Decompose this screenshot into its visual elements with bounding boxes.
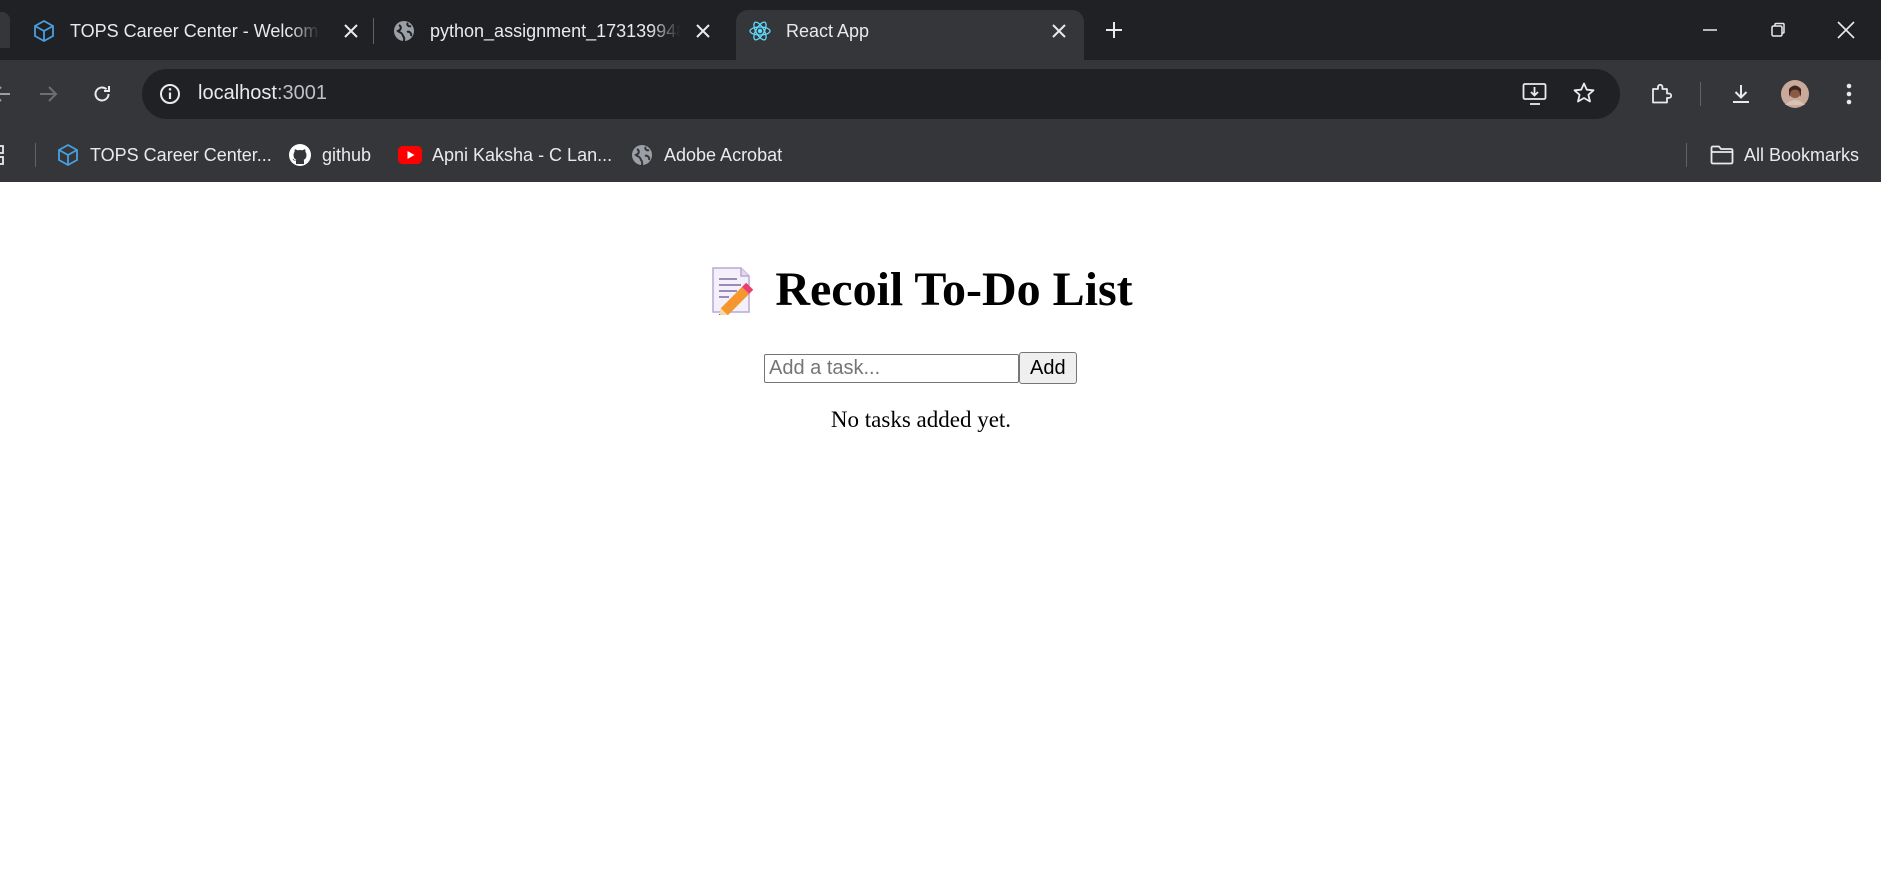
profile-avatar[interactable] bbox=[1775, 74, 1815, 114]
bookmark-github[interactable]: github bbox=[288, 141, 371, 169]
arrow-left-icon bbox=[0, 86, 10, 102]
site-info-icon[interactable] bbox=[158, 82, 182, 111]
url-host: localhost bbox=[198, 82, 277, 104]
bookmark-apni-kaksha[interactable]: Apni Kaksha - C Lan... bbox=[398, 141, 612, 169]
close-icon[interactable] bbox=[340, 20, 362, 42]
restore-icon bbox=[1771, 22, 1785, 37]
browser-chrome: TOPS Career Center - Welcome python_assi… bbox=[0, 0, 1881, 182]
previous-tab-edge[interactable] bbox=[0, 12, 10, 48]
reload-icon bbox=[94, 86, 110, 102]
tab-title: TOPS Career Center - Welcome bbox=[70, 20, 320, 41]
toolbar-divider bbox=[1700, 82, 1701, 106]
tab-title: python_assignment_1731399488 bbox=[430, 20, 680, 41]
bookmark-label: Adobe Acrobat bbox=[664, 144, 783, 165]
downloads-button[interactable] bbox=[1721, 74, 1761, 114]
reload-button[interactable] bbox=[82, 74, 122, 114]
bookmark-tops-career-center[interactable]: TOPS Career Center... bbox=[56, 141, 272, 169]
all-bookmarks-label: All Bookmarks bbox=[1744, 144, 1860, 165]
globe-icon bbox=[392, 19, 416, 43]
url-text: localhost:3001 bbox=[198, 82, 327, 105]
all-bookmarks-button[interactable]: All Bookmarks bbox=[1710, 141, 1859, 169]
url-port: :3001 bbox=[276, 82, 327, 104]
tops-logo-icon bbox=[32, 19, 56, 43]
close-icon[interactable] bbox=[1048, 20, 1070, 42]
puzzle-icon bbox=[1652, 83, 1673, 104]
add-button[interactable]: Add bbox=[1019, 352, 1077, 384]
tab-python-assignment[interactable]: python_assignment_1731399488 bbox=[392, 10, 714, 52]
arrow-right-icon bbox=[40, 86, 58, 102]
bookmarks-divider bbox=[35, 143, 36, 167]
back-button[interactable] bbox=[0, 74, 22, 114]
github-icon bbox=[288, 143, 312, 167]
react-logo-icon bbox=[748, 19, 772, 43]
restore-button[interactable] bbox=[1758, 14, 1798, 46]
forward-button[interactable] bbox=[28, 74, 68, 114]
kebab-menu-icon bbox=[1846, 83, 1852, 105]
bookmark-label: Apni Kaksha - C Lan... bbox=[432, 144, 613, 165]
tab-react-app[interactable]: React App bbox=[748, 10, 1070, 52]
address-bar[interactable]: localhost:3001 bbox=[142, 69, 1620, 119]
bookmark-adobe-acrobat[interactable]: Adobe Acrobat bbox=[630, 141, 782, 169]
page-content: Recoil To-Do List Add No tasks added yet… bbox=[0, 182, 1881, 871]
page-title-text: Recoil To-Do List bbox=[775, 263, 1133, 316]
toolbar: localhost:3001 bbox=[0, 60, 1881, 128]
tops-logo-icon bbox=[56, 143, 80, 167]
youtube-icon bbox=[398, 143, 422, 167]
close-icon bbox=[1837, 21, 1855, 39]
page-title: Recoil To-Do List bbox=[0, 262, 1840, 317]
plus-icon bbox=[1106, 22, 1122, 38]
add-task-form: Add bbox=[764, 352, 1077, 384]
empty-tasks-message: No tasks added yet. bbox=[830, 407, 1012, 432]
tab-divider bbox=[373, 18, 374, 44]
bookmark-star-icon[interactable] bbox=[1572, 81, 1596, 110]
task-input[interactable] bbox=[764, 353, 1019, 383]
minimize-button[interactable] bbox=[1690, 14, 1730, 46]
close-window-button[interactable] bbox=[1826, 14, 1866, 46]
apps-grid-icon[interactable] bbox=[0, 145, 12, 170]
close-icon[interactable] bbox=[692, 20, 714, 42]
minimize-icon bbox=[1703, 29, 1717, 31]
tab-tops-career-center[interactable]: TOPS Career Center - Welcome bbox=[32, 10, 362, 52]
avatar-icon bbox=[1781, 80, 1809, 108]
globe-icon bbox=[630, 143, 654, 167]
bookmarks-divider bbox=[1686, 143, 1687, 167]
memo-icon bbox=[707, 265, 757, 317]
download-icon bbox=[1733, 85, 1749, 103]
bookmark-label: github bbox=[322, 144, 372, 165]
folder-icon bbox=[1710, 143, 1734, 167]
install-app-icon[interactable] bbox=[1522, 82, 1548, 111]
bookmarks-bar: TOPS Career Center... github Apni Kaksha… bbox=[0, 128, 1881, 182]
new-tab-button[interactable] bbox=[1094, 14, 1134, 46]
menu-button[interactable] bbox=[1829, 74, 1869, 114]
tab-strip: TOPS Career Center - Welcome python_assi… bbox=[0, 0, 1881, 62]
bookmark-label: TOPS Career Center... bbox=[90, 144, 272, 165]
extensions-button[interactable] bbox=[1641, 74, 1681, 114]
tab-title: React App bbox=[786, 20, 870, 41]
